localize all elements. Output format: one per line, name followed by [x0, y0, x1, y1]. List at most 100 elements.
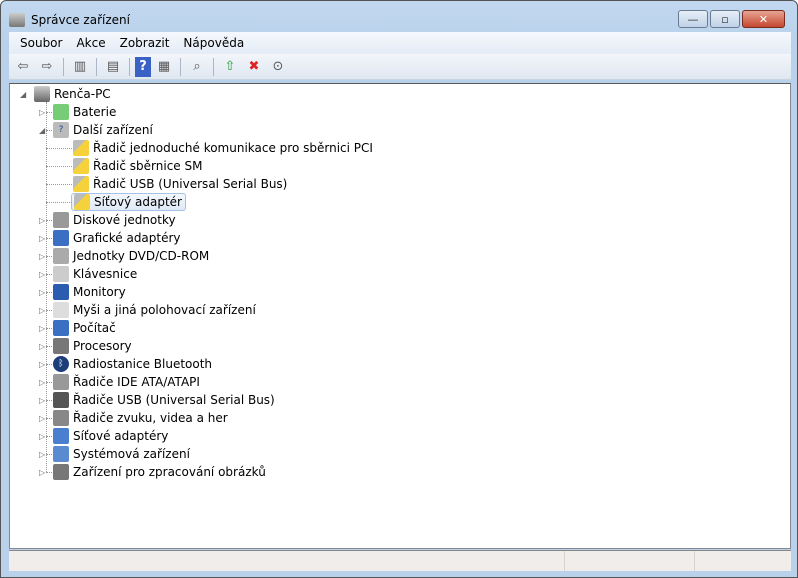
disk-icon: [53, 212, 69, 228]
tree-item[interactable]: ▷ Baterie: [39, 103, 117, 121]
maximize-button[interactable]: ▫: [710, 10, 740, 28]
show-hide-console-tree-icon[interactable]: ▥: [69, 57, 91, 77]
tree-item[interactable]: ▷ Systémová zařízení: [39, 445, 190, 463]
collapse-arrow-icon[interactable]: ◢: [20, 90, 28, 99]
minimize-button[interactable]: —: [678, 10, 708, 28]
status-pane-2: [565, 551, 695, 571]
help-icon[interactable]: ?: [135, 56, 151, 77]
tree-item-label: Řadiče USB (Universal Serial Bus): [73, 393, 275, 407]
menu-zobrazit[interactable]: Zobrazit: [113, 36, 177, 50]
display-adapter-icon: [53, 230, 69, 246]
tree-item-label: Další zařízení: [73, 123, 153, 137]
tree-item[interactable]: ▷ Jednotky DVD/CD-ROM: [39, 247, 210, 265]
toolbar: ⇦ ⇨ ▥ ▤? ▦ ⌕ ⇧ ✖ ⊙: [9, 54, 791, 80]
tree-item[interactable]: Řadič jednoduché komunikace pro sběrnici…: [73, 139, 373, 157]
tree-item[interactable]: Řadič sběrnice SM: [73, 157, 202, 175]
toolbar-separator: [180, 57, 181, 76]
close-button[interactable]: ✕: [742, 10, 785, 28]
tree-item[interactable]: ▷ Řadiče USB (Universal Serial Bus): [39, 391, 275, 409]
tree-item-label: Systémová zařízení: [73, 447, 190, 461]
processor-icon: [53, 338, 69, 354]
tree-item-label: Procesory: [73, 339, 132, 353]
warning-device-icon: [74, 194, 90, 210]
status-bar: [9, 550, 791, 571]
device-manager-icon: [9, 13, 25, 27]
unknown-device-icon: ?: [53, 122, 69, 138]
show-action-pane-icon[interactable]: ▦: [153, 57, 175, 77]
tree-item[interactable]: ▷ ᛒ Radiostanice Bluetooth: [39, 355, 213, 373]
tree-item[interactable]: ▷ Grafické adaptéry: [39, 229, 181, 247]
status-pane-main: [9, 551, 565, 571]
tree-item-label: Řadiče IDE ATA/ATAPI: [73, 375, 200, 389]
usb-icon: [53, 392, 69, 408]
scan-hardware-icon[interactable]: ⌕: [186, 57, 208, 77]
menu-akce[interactable]: Akce: [69, 36, 112, 50]
tree-item[interactable]: ▷ Procesory: [39, 337, 132, 355]
tree-item-label: Baterie: [73, 105, 117, 119]
title-bar: Správce zařízení: [9, 9, 130, 31]
tree-item-label: Klávesnice: [73, 267, 138, 281]
mouse-icon: [53, 302, 69, 318]
disable-icon[interactable]: ⊙: [267, 57, 289, 77]
tree-item-label: Grafické adaptéry: [73, 231, 181, 245]
bluetooth-icon: ᛒ: [53, 356, 69, 372]
warning-device-icon: [73, 176, 89, 192]
menu-napoveda[interactable]: Nápověda: [176, 36, 251, 50]
tree-item[interactable]: ▷ Diskové jednotky: [39, 211, 176, 229]
tree-item-label: Zařízení pro zpracování obrázků: [73, 465, 266, 479]
update-driver-icon[interactable]: ⇧: [219, 57, 241, 77]
uninstall-icon[interactable]: ✖: [243, 57, 265, 77]
tree-item[interactable]: ▷ Klávesnice: [39, 265, 138, 283]
ide-icon: [53, 374, 69, 390]
system-icon: [53, 446, 69, 462]
network-icon: [53, 428, 69, 444]
tree-item[interactable]: ▷ Řadiče zvuku, videa a her: [39, 409, 228, 427]
tree-item[interactable]: ▷ Řadiče IDE ATA/ATAPI: [39, 373, 200, 391]
tree-item[interactable]: ▷ Síťové adaptéry: [39, 427, 169, 445]
tree-item[interactable]: ▷ Počítač: [39, 319, 116, 337]
dvd-icon: [53, 248, 69, 264]
menu-soubor[interactable]: Soubor: [13, 36, 69, 50]
device-tree[interactable]: ◢ Renča-PC ▷ Baterie ◢? Další zařízení Řadič j…: [9, 83, 791, 549]
tree-item-label: Počítač: [73, 321, 116, 335]
tree-item-label: Renča-PC: [54, 87, 111, 101]
battery-icon: [53, 104, 69, 120]
tree-item[interactable]: Síťový adaptér: [71, 193, 186, 211]
forward-icon[interactable]: ⇨: [36, 57, 58, 77]
tree-item[interactable]: ▷ Monitory: [39, 283, 126, 301]
tree-item-label: Monitory: [73, 285, 126, 299]
tree-item-label: Síťový adaptér: [94, 195, 182, 209]
sound-icon: [53, 410, 69, 426]
tree-item-label: Síťové adaptéry: [73, 429, 169, 443]
tree-item[interactable]: Řadič USB (Universal Serial Bus): [73, 175, 287, 193]
tree-item[interactable]: ▷ Myši a jiná polohovací zařízení: [39, 301, 256, 319]
back-icon[interactable]: ⇦: [12, 57, 34, 77]
tree-item-label: Jednotky DVD/CD-ROM: [73, 249, 210, 263]
camera-icon: [53, 464, 69, 480]
tree-item[interactable]: ◢ Renča-PC: [20, 85, 111, 103]
tree-item[interactable]: ▷ Zařízení pro zpracování obrázků: [39, 463, 266, 481]
tree-item-label: Myši a jiná polohovací zařízení: [73, 303, 256, 317]
status-pane-3: [695, 551, 791, 571]
tree-item-label: Řadiče zvuku, videa a her: [73, 411, 228, 425]
computer-icon: [53, 320, 69, 336]
tree-item-label: Řadič jednoduché komunikace pro sběrnici…: [93, 141, 373, 155]
monitor-icon: [53, 284, 69, 300]
warning-device-icon: [73, 140, 89, 156]
computer-root-icon: [34, 86, 50, 102]
tree-item-label: Řadič sběrnice SM: [93, 159, 203, 173]
properties-icon[interactable]: ▤: [102, 57, 124, 77]
device-manager-window: Správce zařízení — ▫ ✕ Soubor Akce Zobra…: [0, 0, 798, 578]
toolbar-separator: [129, 57, 130, 76]
tree-item-label: Diskové jednotky: [73, 213, 176, 227]
keyboard-icon: [53, 266, 69, 282]
window-title: Správce zařízení: [31, 13, 130, 27]
tree-item-label: Řadič USB (Universal Serial Bus): [93, 177, 288, 191]
menu-bar: Soubor Akce Zobrazit Nápověda: [9, 32, 791, 54]
toolbar-separator: [213, 57, 214, 76]
toolbar-separator: [63, 57, 64, 76]
warning-device-icon: [73, 158, 89, 174]
tree-item-label: Radiostanice Bluetooth: [73, 357, 213, 371]
toolbar-separator: [96, 57, 97, 76]
tree-item[interactable]: ◢? Další zařízení: [39, 121, 153, 139]
